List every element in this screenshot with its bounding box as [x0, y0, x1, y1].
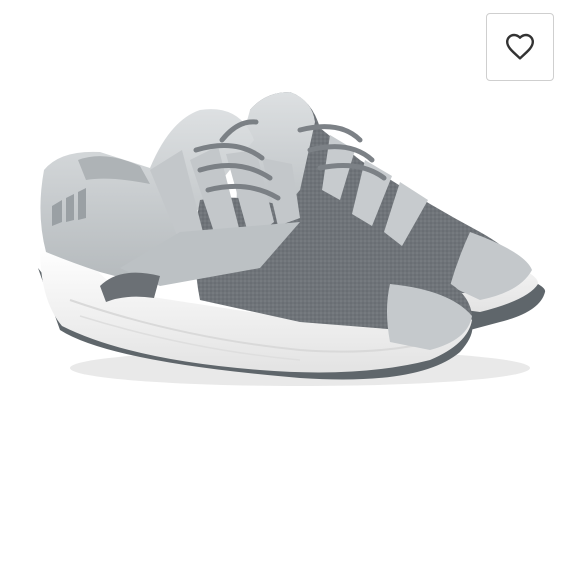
shoe-pair-illustration	[38, 92, 546, 386]
product-photo[interactable]	[0, 0, 580, 580]
like-button[interactable]	[486, 13, 554, 81]
heart-outline-icon	[506, 33, 534, 60]
